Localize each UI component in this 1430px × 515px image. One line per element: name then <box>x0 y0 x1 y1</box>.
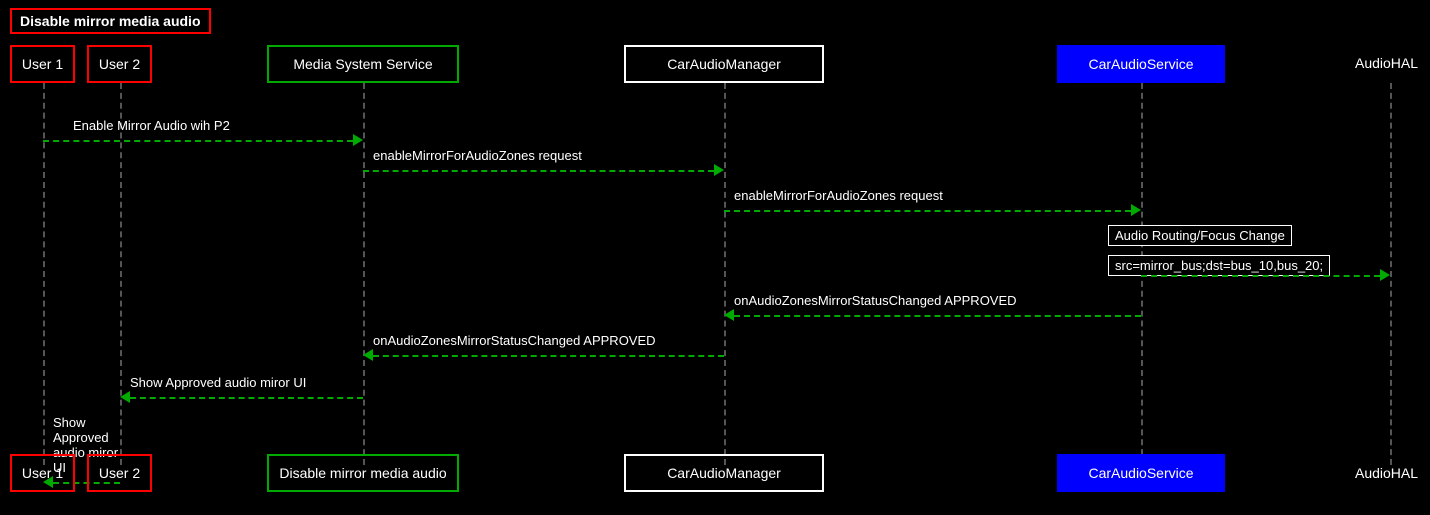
actor-mss-top: Media System Service <box>267 45 459 83</box>
message-7-label: Show Approved audio miror UI <box>130 375 363 390</box>
message-1: Enable Mirror Audio wih P2 <box>43 118 363 147</box>
message-4-arrow <box>1141 270 1390 282</box>
actor-user1-top: User 1 <box>10 45 75 83</box>
actor-mss-bottom: Disable mirror media audio <box>267 454 459 492</box>
diagram-title: Disable mirror media audio <box>10 8 211 34</box>
actor-hal-top: AudioHAL <box>1355 55 1418 71</box>
message-3-label: enableMirrorForAudioZones request <box>734 188 1141 203</box>
message-4-label-box: Audio Routing/Focus Change <box>1108 225 1292 246</box>
message-7: Show Approved audio miror UI <box>120 375 363 404</box>
message-6: onAudioZonesMirrorStatusChanged APPROVED <box>363 333 724 362</box>
actor-user2-bottom: User 2 <box>87 454 152 492</box>
actor-hal-bottom: AudioHAL <box>1355 465 1418 481</box>
diagram: Disable mirror media audio User 1 User 2… <box>0 0 1430 515</box>
message-2-label: enableMirrorForAudioZones request <box>373 148 724 163</box>
message-4-label: Audio Routing/Focus Change <box>1108 225 1292 246</box>
actor-cas-bottom: CarAudioService <box>1057 454 1225 492</box>
message-6-label: onAudioZonesMirrorStatusChanged APPROVED <box>373 333 724 348</box>
actor-cam-bottom: CarAudioManager <box>624 454 824 492</box>
actor-cam-top: CarAudioManager <box>624 45 824 83</box>
message-3: enableMirrorForAudioZones request <box>724 188 1141 217</box>
message-5: onAudioZonesMirrorStatusChanged APPROVED <box>724 293 1141 322</box>
message-1-label: Enable Mirror Audio wih P2 <box>73 118 363 133</box>
actor-cas-top: CarAudioService <box>1057 45 1225 83</box>
lifeline-hal <box>1390 83 1392 465</box>
message-5-label: onAudioZonesMirrorStatusChanged APPROVED <box>734 293 1141 308</box>
message-2: enableMirrorForAudioZones request <box>363 148 724 177</box>
actor-user2-top: User 2 <box>87 45 152 83</box>
lifeline-cam <box>724 83 726 465</box>
lifeline-mss <box>363 83 365 465</box>
actor-user1-bottom: User 1 <box>10 454 75 492</box>
